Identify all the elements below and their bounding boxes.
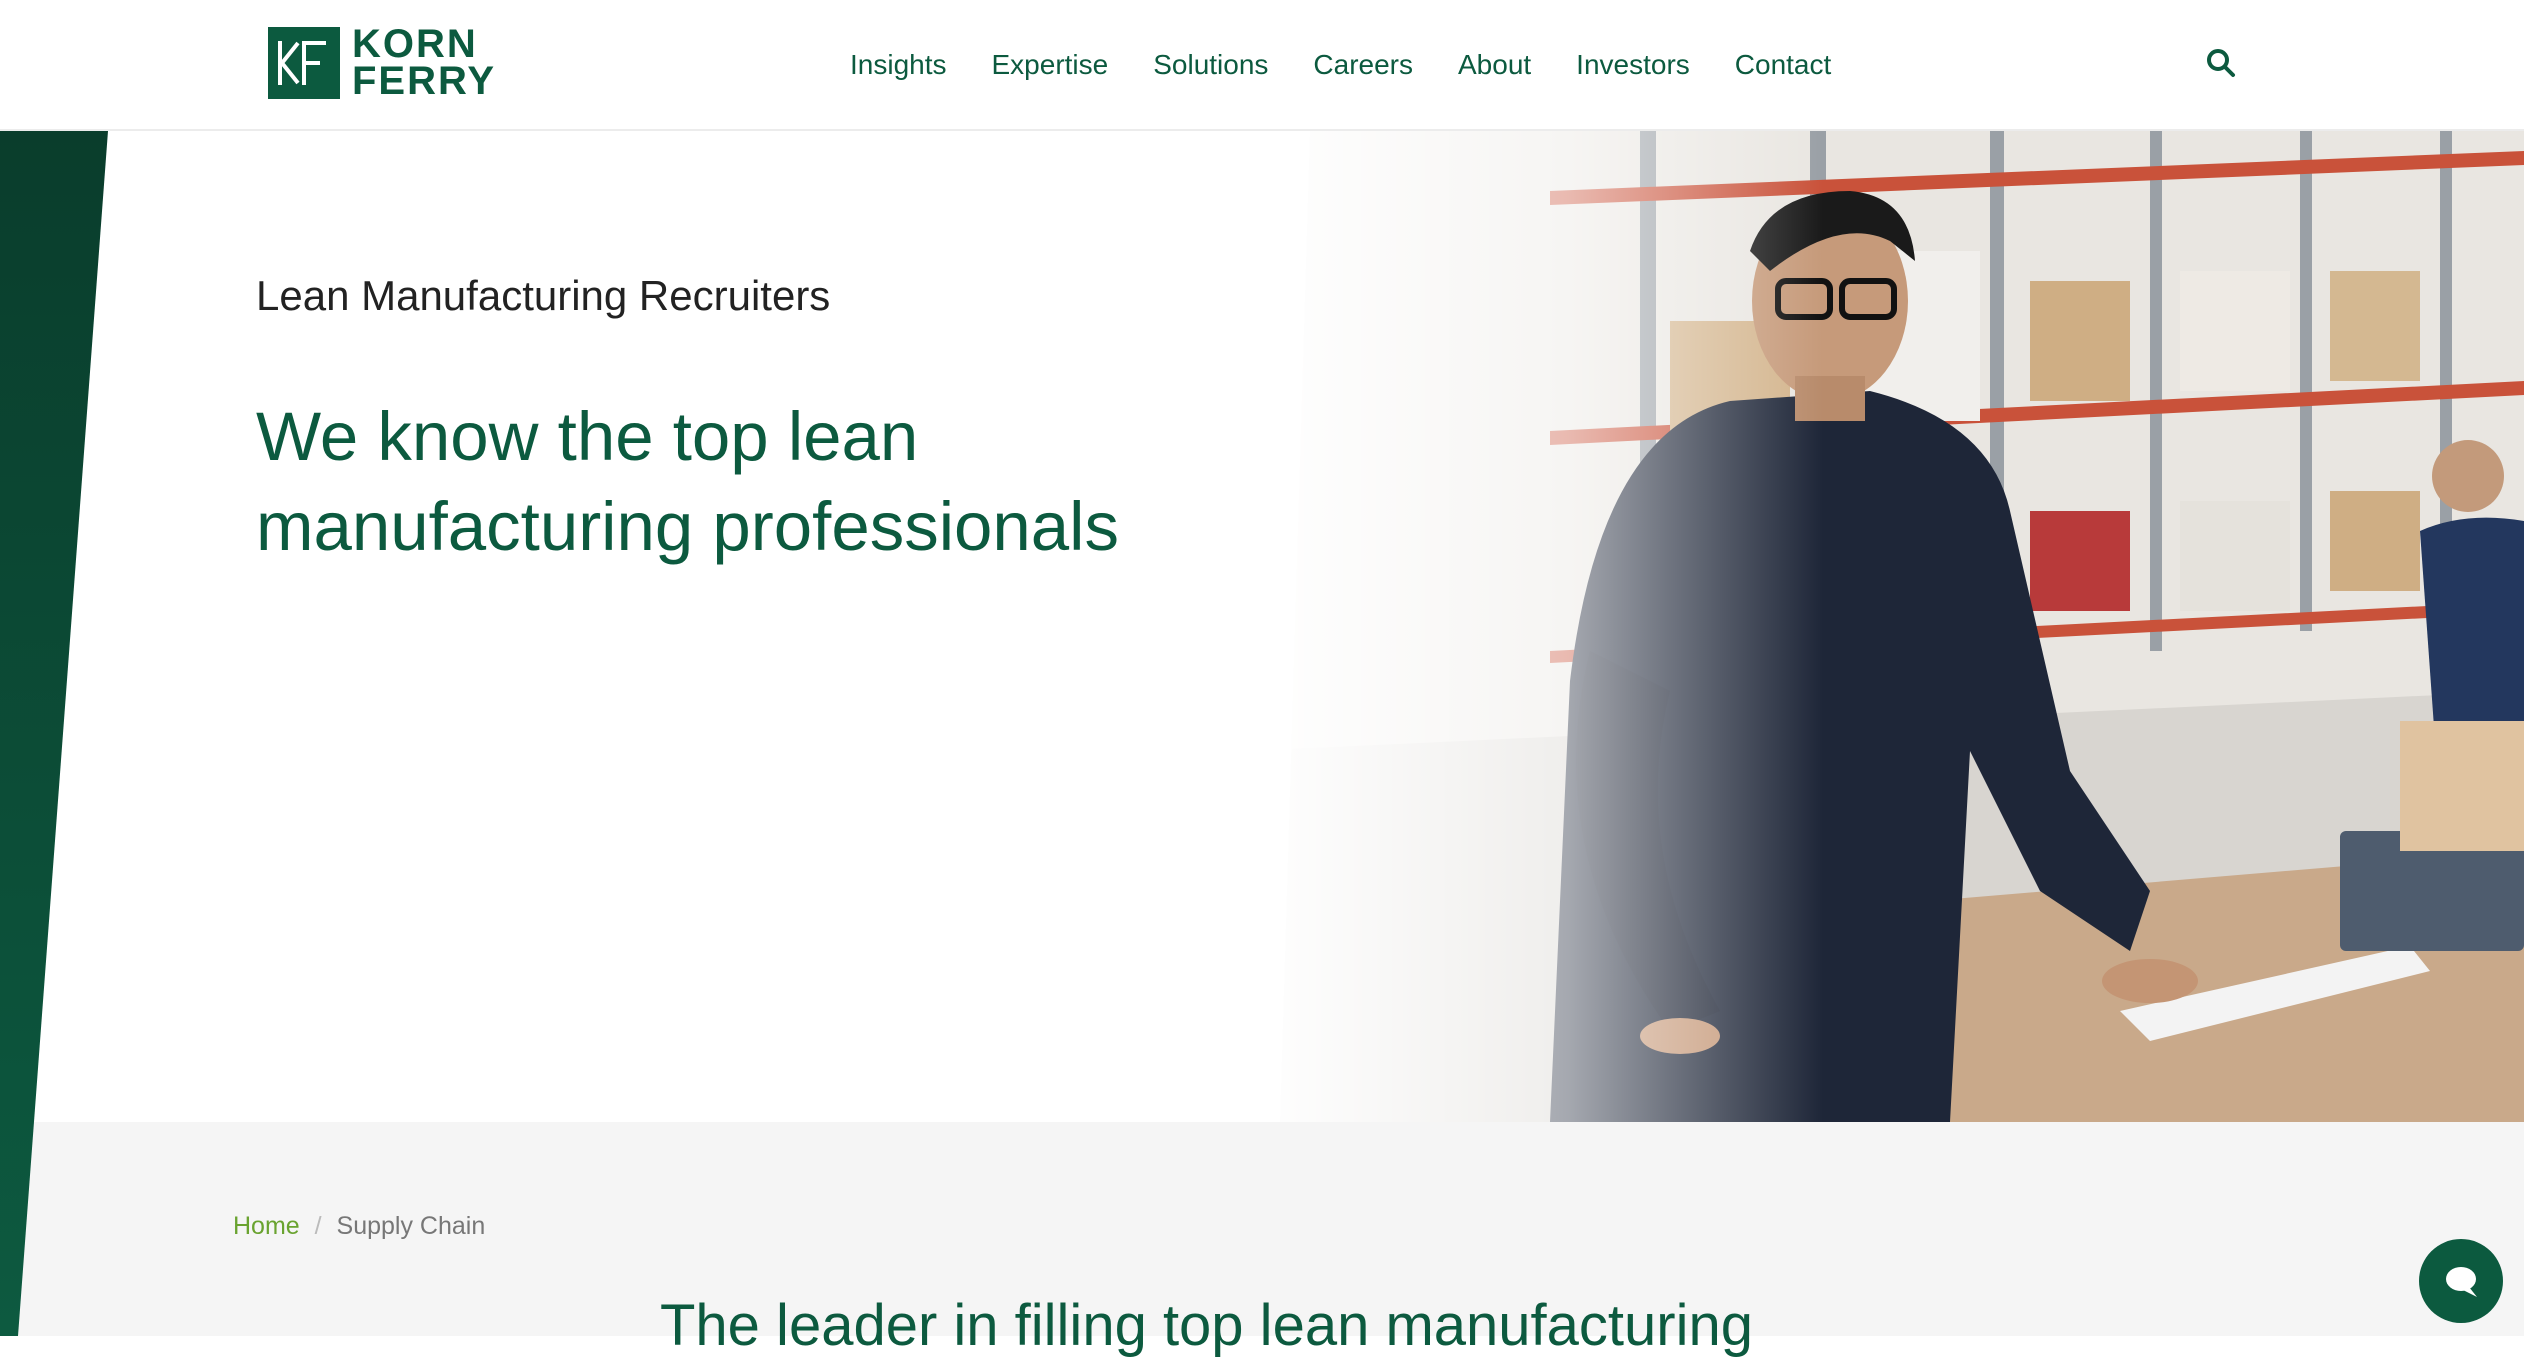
- nav-expertise[interactable]: Expertise: [992, 49, 1109, 81]
- breadcrumb-current: Supply Chain: [336, 1212, 486, 1240]
- hero-title: We know the top lean manufacturing profe…: [256, 398, 1119, 565]
- kf-logo-mark-icon: [268, 27, 340, 99]
- nav-contact[interactable]: Contact: [1735, 49, 1832, 81]
- nav-about[interactable]: About: [1458, 49, 1531, 81]
- breadcrumb-separator: /: [314, 1212, 322, 1240]
- search-icon[interactable]: [2204, 46, 2238, 80]
- logo-word-korn: KORN: [352, 22, 478, 66]
- chat-button[interactable]: [2419, 1239, 2503, 1323]
- nav-investors[interactable]: Investors: [1576, 49, 1690, 81]
- breadcrumb-home-link[interactable]: Home: [233, 1212, 300, 1240]
- warehouse-worker-photo: [1250, 131, 2524, 1122]
- section-heading: The leader in filling top lean manufactu…: [660, 1293, 1753, 1358]
- main-nav: Insights Expertise Solutions Careers Abo…: [850, 0, 1876, 129]
- korn-ferry-logo[interactable]: KORN FERRY: [268, 22, 497, 103]
- nav-insights[interactable]: Insights: [850, 49, 947, 81]
- site-header: KORN FERRY Insights Expertise Solutions …: [0, 0, 2524, 131]
- chat-bubble-icon: [2446, 1267, 2477, 1297]
- logo-word-ferry: FERRY: [352, 59, 497, 103]
- breadcrumb: Home / Supply Chain: [233, 1212, 485, 1241]
- nav-careers[interactable]: Careers: [1313, 49, 1413, 81]
- logo-wordmark: KORN FERRY: [352, 22, 497, 103]
- hero-eyebrow: Lean Manufacturing Recruiters: [256, 272, 831, 319]
- brand-green-wedge: [0, 131, 108, 1336]
- nav-solutions[interactable]: Solutions: [1153, 49, 1268, 81]
